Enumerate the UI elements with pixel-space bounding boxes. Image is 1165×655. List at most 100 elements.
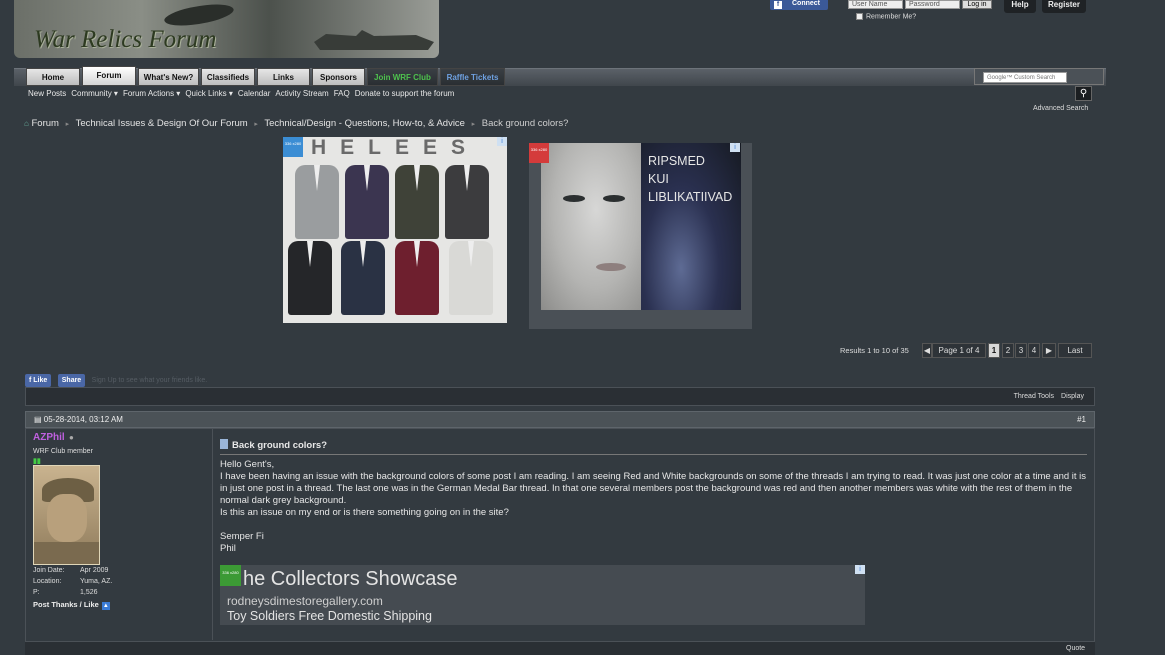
ad-size-badge: 336 x280 <box>529 143 549 163</box>
facebook-share-button[interactable]: Share <box>57 374 86 387</box>
prev-page-icon[interactable]: ◀ <box>922 343 932 358</box>
breadcrumb-item-technical-design[interactable]: Technical/Design - Questions, How-to, & … <box>264 118 465 129</box>
ad-jacket-image <box>449 241 493 315</box>
avatar-shoulders <box>34 542 99 564</box>
subnav-item-community[interactable]: Community ▾ <box>71 89 118 98</box>
ad-jackets[interactable]: HELEES 336 x280 i <box>283 137 507 323</box>
ad-jacket-image <box>395 165 439 239</box>
tab-what-s-new[interactable]: What's New? <box>138 68 199 86</box>
tab-raffle-tickets[interactable]: Raffle Tickets <box>440 68 505 86</box>
breadcrumb-separator-icon: ▸ <box>65 121 70 128</box>
site-banner-logo[interactable]: War Relics Forum <box>14 0 439 58</box>
ad-size-badge: 336 x280 <box>283 137 303 157</box>
post-paragraph: I have been having an issue with the bac… <box>220 471 1087 506</box>
ad-jacket-image <box>341 241 385 315</box>
password-input[interactable]: Password <box>905 0 960 9</box>
online-status-icon: ● <box>69 433 74 442</box>
subnav-item-activity-stream[interactable]: Activity Stream <box>275 89 328 98</box>
post-username[interactable]: AZPhil <box>33 432 65 443</box>
facebook-like-button[interactable]: f Like <box>25 374 52 387</box>
subnav-item-new-posts[interactable]: New Posts <box>28 89 66 98</box>
ad-size-badge: 336 x280 <box>220 565 241 586</box>
help-button[interactable]: Help <box>1004 0 1036 13</box>
thread-tools-menu[interactable]: Thread Tools <box>1014 393 1054 400</box>
breadcrumb-item-forum[interactable]: Forum <box>31 118 58 129</box>
tab-forum[interactable]: Forum <box>82 66 136 86</box>
site-logo-text: War Relics Forum <box>34 26 217 53</box>
home-icon[interactable]: ⌂ <box>24 119 29 128</box>
display-menu[interactable]: Display <box>1061 393 1084 400</box>
post-number[interactable]: #1 <box>1077 412 1086 427</box>
reputation-icon: ▮▮ <box>33 458 41 465</box>
login-button[interactable]: Log in <box>962 0 992 9</box>
post-header: ▤ 05-28-2014, 03:12 AM #1 <box>25 411 1095 428</box>
join-date-label: Join Date: <box>33 567 65 574</box>
remember-me-label: Remember Me? <box>866 13 917 21</box>
thumbs-up-icon: ▲ <box>101 602 110 610</box>
advanced-search-link[interactable]: Advanced Search <box>1033 105 1088 112</box>
banner-ship-image <box>314 30 434 50</box>
post-line: Hello Gent's, <box>220 459 275 470</box>
facebook-connect-button[interactable]: f Connect <box>770 0 828 10</box>
adchoices-icon[interactable]: i <box>730 143 740 152</box>
location-label: Location: <box>33 578 62 585</box>
subnav-item-forum-actions[interactable]: Forum Actions ▾ <box>123 89 180 98</box>
ad-text-line: RIPSMED <box>648 154 705 168</box>
remember-me-row[interactable]: Remember Me? <box>856 13 916 20</box>
last-page-link[interactable]: Last <box>1058 343 1092 358</box>
adchoices-icon[interactable]: i <box>855 565 865 574</box>
subnav-item-quick-links[interactable]: Quick Links ▾ <box>185 89 233 98</box>
ad-headline: he Collectors Showcase <box>243 568 458 590</box>
tab-classifieds[interactable]: Classifieds <box>201 68 255 86</box>
page-link-1[interactable]: 1 <box>988 343 1000 358</box>
username-input[interactable]: User Name <box>848 0 903 9</box>
breadcrumb-separator-icon: ▸ <box>254 121 258 128</box>
avatar[interactable] <box>33 465 100 565</box>
tab-sponsors[interactable]: Sponsors <box>312 68 365 86</box>
post-date-text: 05-28-2014, 03:12 AM <box>43 415 123 424</box>
page-link-2[interactable]: 2 <box>1002 343 1014 358</box>
location-value: Yuma, AZ. <box>80 578 113 585</box>
next-page-icon[interactable]: ▶ <box>1042 343 1056 358</box>
remember-me-checkbox[interactable] <box>856 13 863 20</box>
breadcrumb-separator-icon: ▸ <box>471 121 476 128</box>
breadcrumb-item-technical-issues[interactable]: Technical Issues & Design Of Our Forum <box>76 118 248 129</box>
ad-jacket-image <box>295 165 339 239</box>
post-icon: ▤ <box>34 415 44 424</box>
page-link-4[interactable]: 4 <box>1028 343 1040 358</box>
tab-links[interactable]: Links <box>257 68 310 86</box>
ad-face-image <box>541 143 641 310</box>
search-icon[interactable]: ⚲ <box>1075 86 1092 101</box>
post-line: Semper Fi <box>220 531 264 542</box>
subnav-item-calendar[interactable]: Calendar <box>238 89 270 98</box>
posts-value: 1,526 <box>80 589 98 596</box>
quote-button[interactable]: Quote <box>1066 645 1085 652</box>
post-thanks-link[interactable]: Post Thanks / Like ▲ <box>33 600 110 610</box>
ad-eye-image <box>563 195 585 202</box>
page-of-dropdown[interactable]: Page 1 of 4 <box>932 343 986 358</box>
ad-jacket-image <box>445 165 489 239</box>
ad-collectors-showcase[interactable]: 336 x280 he Collectors Showcase rodneysd… <box>220 565 865 625</box>
google-search-input[interactable]: Google™ Custom Search <box>983 72 1067 83</box>
subnav-item-donate-to-support-the-forum[interactable]: Donate to support the forum <box>355 89 455 98</box>
ad-jacket-image <box>395 241 439 315</box>
post-line <box>220 519 1090 531</box>
join-date-value: Apr 2009 <box>80 567 109 574</box>
register-button[interactable]: Register <box>1042 0 1086 13</box>
tab-home[interactable]: Home <box>26 68 80 86</box>
google-search-box[interactable]: Google™ Custom Search <box>974 68 1104 85</box>
subnav: New Posts Community ▾ Forum Actions ▾ Quick… <box>28 89 459 98</box>
facebook-signup-text[interactable]: Sign Up to see what your friends like. <box>92 377 208 384</box>
post-title: Back ground colors? <box>220 439 327 451</box>
page-link-3[interactable]: 3 <box>1015 343 1027 358</box>
post-line: Is this an issue on my end or is there s… <box>220 507 509 518</box>
title-divider <box>220 454 1087 455</box>
facebook-icon: f <box>774 1 782 9</box>
subnav-item-faq[interactable]: FAQ <box>334 89 350 98</box>
adchoices-icon[interactable]: i <box>497 137 507 146</box>
ad-jacket-image <box>345 165 389 239</box>
ad-beauty[interactable]: RIPSMED KUI LIBLIKATIIVAD 336 x280 i <box>529 143 752 329</box>
tab-join-wrf-club[interactable]: Join WRF Club <box>367 68 438 86</box>
breadcrumb: ⌂ Forum ▸ Technical Issues & Design Of O… <box>24 118 568 129</box>
user-title: WRF Club member <box>33 448 93 455</box>
